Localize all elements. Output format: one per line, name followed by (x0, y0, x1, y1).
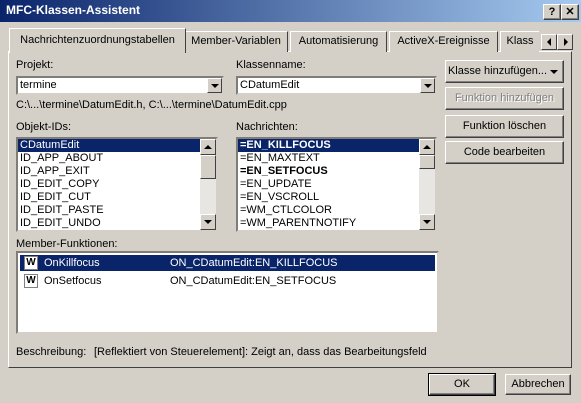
add-class-label: Klasse hinzufügen... (447, 65, 548, 77)
scroll-up-icon[interactable] (419, 139, 435, 155)
member-name: OnKillfocus (44, 257, 100, 269)
project-value: termine (20, 79, 57, 91)
list-item[interactable]: =EN_MAXTEXT (238, 152, 435, 165)
ok-button[interactable]: OK (428, 373, 496, 396)
list-item[interactable]: =WM_PARENTNOTIFY (238, 217, 435, 230)
list-item[interactable]: =EN_KILLFOCUS (238, 139, 435, 152)
list-item[interactable]: =EN_UPDATE (238, 178, 435, 191)
project-label: Projekt: (16, 59, 54, 71)
chevron-down-icon[interactable] (207, 78, 222, 93)
description-label: Beschreibung: (16, 346, 87, 358)
scroll-thumb[interactable] (200, 155, 216, 179)
object-ids-list[interactable]: CDatumEdit ID_APP_ABOUT ID_APP_EXIT ID_E… (16, 137, 218, 232)
messages-list[interactable]: =EN_KILLFOCUS =EN_MAXTEXT =EN_SETFOCUS =… (236, 137, 437, 232)
scroll-up-icon[interactable] (200, 139, 216, 155)
windows-message-icon: W (24, 256, 38, 270)
chevron-down-icon (550, 70, 558, 74)
member-functions-label: Member-Funktionen: (16, 238, 118, 250)
member-mapping: ON_CDatumEdit:EN_SETFOCUS (170, 275, 337, 287)
add-function-button[interactable]: Funktion hinzufügen (445, 87, 564, 110)
chevron-down-icon[interactable] (420, 78, 435, 93)
title-bar: MFC-Klassen-Assistent (0, 0, 581, 22)
list-item[interactable]: ID_APP_EXIT (18, 165, 216, 178)
cancel-button[interactable]: Abbrechen (505, 374, 571, 395)
scroll-thumb[interactable] (419, 155, 435, 169)
edit-code-button[interactable]: Code bearbeiten (445, 141, 564, 164)
object-ids-label: Objekt-IDs: (16, 121, 72, 133)
tab-activex-events[interactable]: ActiveX-Ereignisse (389, 31, 498, 52)
table-row[interactable]: W OnSetfocus ON_CDatumEdit:EN_SETFOCUS (20, 273, 435, 289)
list-item[interactable]: =EN_SETFOCUS (238, 165, 435, 178)
classname-combo[interactable]: CDatumEdit (236, 76, 437, 95)
scroll-down-icon[interactable] (200, 214, 216, 230)
tab-member-variables[interactable]: Member-Variablen (184, 31, 288, 52)
tab-scroll-left-icon[interactable] (541, 34, 557, 50)
list-item[interactable]: =WM_CTLCOLOR (238, 204, 435, 217)
file-path: C:\...\termine\DatumEdit.h, C:\...\termi… (16, 99, 287, 111)
add-class-button[interactable]: Klasse hinzufügen... (445, 60, 564, 83)
delete-function-button[interactable]: Funktion löschen (445, 115, 564, 138)
member-name: OnSetfocus (44, 275, 102, 287)
tab-message-maps[interactable]: Nachrichtenzuordnungstabellen (9, 28, 186, 53)
tab-scroll-right-icon[interactable] (557, 34, 573, 50)
help-button[interactable]: ? (543, 4, 561, 20)
messages-label: Nachrichten: (236, 121, 298, 133)
list-item[interactable]: ID_EDIT_PASTE (18, 204, 216, 217)
list-item[interactable]: ID_EDIT_CUT (18, 191, 216, 204)
tab-automation[interactable]: Automatisierung (290, 31, 387, 52)
window-title: MFC-Klassen-Assistent (6, 3, 141, 17)
member-mapping: ON_CDatumEdit:EN_KILLFOCUS (170, 257, 338, 269)
list-item[interactable]: ID_EDIT_UNDO (18, 217, 216, 230)
scroll-down-icon[interactable] (419, 214, 435, 230)
list-item[interactable]: =EN_VSCROLL (238, 191, 435, 204)
member-functions-list[interactable]: W OnKillfocus ON_CDatumEdit:EN_KILLFOCUS… (16, 251, 439, 334)
object-ids-scrollbar[interactable] (200, 139, 216, 230)
messages-scrollbar[interactable] (419, 139, 435, 230)
description-text: [Reflektiert von Steuerelement]: Zeigt a… (94, 346, 427, 358)
classname-value: CDatumEdit (240, 79, 300, 91)
list-item[interactable]: ID_APP_ABOUT (18, 152, 216, 165)
classname-label: Klassenname: (236, 59, 306, 71)
project-combo[interactable]: termine (16, 76, 224, 95)
close-button[interactable]: ✕ (561, 4, 579, 20)
list-item[interactable]: ID_EDIT_COPY (18, 178, 216, 191)
windows-message-icon: W (24, 274, 38, 288)
tab-class-info[interactable]: Klass (500, 31, 539, 52)
list-item[interactable]: CDatumEdit (18, 139, 216, 152)
table-row[interactable]: W OnKillfocus ON_CDatumEdit:EN_KILLFOCUS (20, 255, 435, 271)
